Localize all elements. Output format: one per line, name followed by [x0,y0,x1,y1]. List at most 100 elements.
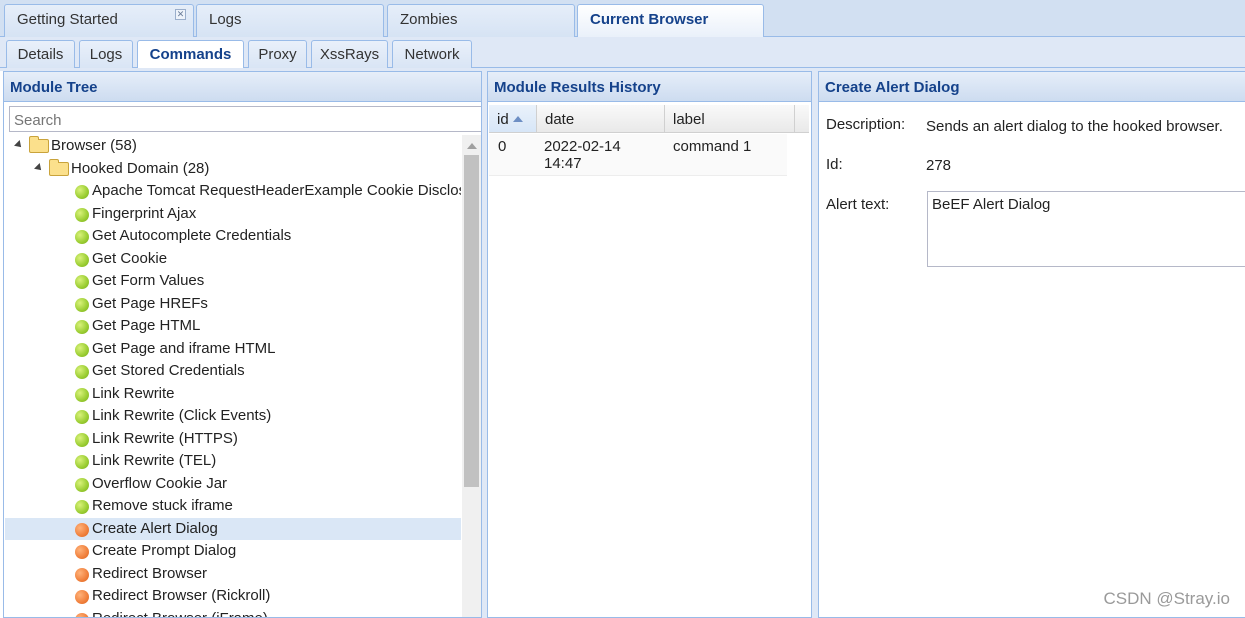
status-dot-green-icon [75,477,89,492]
folder-icon [49,159,69,176]
command-details-panel: Create Alert Dialog Description: Sends a… [818,71,1245,618]
status-dot-orange-icon [75,522,89,537]
tree-module-item[interactable]: Get Stored Credentials [5,360,461,382]
module-label: Get Form Values [92,272,205,289]
module-label: Overflow Cookie Jar [92,474,228,492]
module-label: Get Autocomplete Credentials [92,227,292,244]
status-dot-green-icon [75,455,89,469]
tree-module-item[interactable]: Overflow Cookie Jar [5,473,461,495]
id-label: Id: [826,156,843,173]
module-label: Link Rewrite (Click Events) [92,407,272,424]
tree-node-label: Browser (58) [51,137,137,154]
scroll-up-arrow-icon[interactable] [467,143,477,149]
tree-node-hooked-domain[interactable]: Hooked Domain (28) [5,158,461,180]
results-history-panel: Module Results History id date label 0 2… [487,71,812,618]
status-dot-green-icon [75,230,89,244]
description-value: Sends an alert dialog to the hooked brow… [926,118,1223,135]
tab-xssrays[interactable]: XssRays [311,40,388,68]
tab-label: Zombies [400,11,458,28]
module-label: Redirect Browser [92,564,208,582]
search-input[interactable] [9,106,481,132]
tab-label: Getting Started [17,11,118,28]
alert-text-field[interactable]: BeEF Alert Dialog [927,191,1245,267]
cell-date: 2022-02-14 14:47 [544,138,621,172]
tree-module-item[interactable]: Get Page HREFs [5,293,461,315]
status-dot-green-icon [75,320,89,334]
column-label: id [497,111,509,128]
tree-module-item[interactable]: Get Page HTML [5,315,461,337]
tree-module-item[interactable]: Link Rewrite [5,383,461,405]
tree-module-item[interactable]: Link Rewrite (TEL) [5,450,461,472]
module-label: Redirect Browser (iFrame) [92,609,268,618]
tree-module-item[interactable]: Create Prompt Dialog [5,540,461,562]
tab-commands[interactable]: Commands [137,40,244,69]
module-label: Link Rewrite [92,384,175,402]
module-label: Link Rewrite (TEL) [92,452,217,469]
status-dot-green-icon [75,387,89,402]
tab-label: Details [17,46,64,63]
tab-label: Commands [149,46,232,63]
module-label: Create Alert Dialog [92,519,218,537]
table-row[interactable]: 0 2022-02-14 14:47 command 1 [489,134,787,176]
tree-module-item[interactable]: Get Autocomplete Credentials [5,225,461,247]
tree-module-item[interactable]: Get Page and iframe HTML [5,338,461,360]
status-dot-green-icon [75,500,89,514]
scroll-thumb[interactable] [464,155,479,487]
cell-id: 0 [498,138,507,155]
expand-arrow-icon[interactable] [14,140,24,150]
module-label: Get Page and iframe HTML [92,339,276,357]
tree-module-item[interactable]: Redirect Browser [5,563,461,585]
tab-label: Current Browser [590,11,709,28]
panel-title: Module Results History [488,72,811,102]
module-label: Apache Tomcat RequestHeaderExample Cooki… [92,182,461,199]
expand-arrow-icon[interactable] [34,163,44,173]
tab-label: Proxy [258,46,297,63]
tree-module-item[interactable]: Apache Tomcat RequestHeaderExample Cooki… [5,180,461,202]
panel-title: Create Alert Dialog [819,72,1245,102]
tree-module-item[interactable]: Redirect Browser (iFrame) [5,608,461,618]
alert-text-label: Alert text: [826,196,890,213]
tab-current-browser[interactable]: Current Browser [577,4,764,38]
tree-module-item[interactable]: Redirect Browser (Rickroll) [5,585,461,607]
tree-scrollbar[interactable] [462,135,481,617]
column-header-label[interactable]: label [665,105,795,132]
tree-module-item[interactable]: Fingerprint Ajax [5,203,461,225]
tree-module-item[interactable]: Link Rewrite (HTTPS) [5,428,461,450]
tab-logs[interactable]: Logs [196,4,384,37]
tab-details[interactable]: Details [6,40,75,68]
tab-getting-started[interactable]: Getting Started ✕ [4,4,194,37]
module-label: Get Page HTML [92,317,201,334]
tree-module-item[interactable]: Link Rewrite (Click Events) [5,405,461,427]
status-dot-green-icon [75,342,89,357]
id-value: 278 [926,157,952,174]
close-icon[interactable]: ✕ [175,9,186,20]
status-dot-green-icon [75,207,89,222]
browser-tab-bar: Details Logs Commands Proxy XssRays Netw… [0,37,1245,69]
module-tree-panel: Module Tree Browser (58) Hooked Domain (… [3,71,482,618]
column-label: label [673,111,705,128]
tree-module-item[interactable]: Get Cookie [5,248,461,270]
tab-label: XssRays [319,46,380,63]
column-header-id[interactable]: id [489,105,537,132]
tab-label: Logs [209,11,242,28]
tab-logs-browser[interactable]: Logs [79,40,133,68]
tree-module-item[interactable]: Get Form Values [5,270,461,292]
tree-module-item[interactable]: Create Alert Dialog [5,517,461,540]
tree-node-browser[interactable]: Browser (58) [5,135,461,157]
module-label: Get Page HREFs [92,294,208,312]
module-label: Remove stuck iframe [92,497,233,514]
module-label: Fingerprint Ajax [92,204,197,222]
tab-network[interactable]: Network [392,40,472,68]
sort-ascending-icon [512,116,523,122]
tab-proxy[interactable]: Proxy [248,40,307,68]
column-header-date[interactable]: date [537,105,665,132]
status-dot-green-icon [75,185,89,199]
panel-title: Module Tree [4,72,481,102]
tab-zombies[interactable]: Zombies [387,4,575,37]
tree-module-item[interactable]: Remove stuck iframe [5,495,461,517]
tree-node-label: Hooked Domain (28) [71,160,210,177]
status-dot-orange-icon [75,567,89,582]
description-label: Description: [826,116,906,133]
module-label: Create Prompt Dialog [92,542,237,559]
watermark: CSDN @Stray.io [1103,589,1230,608]
